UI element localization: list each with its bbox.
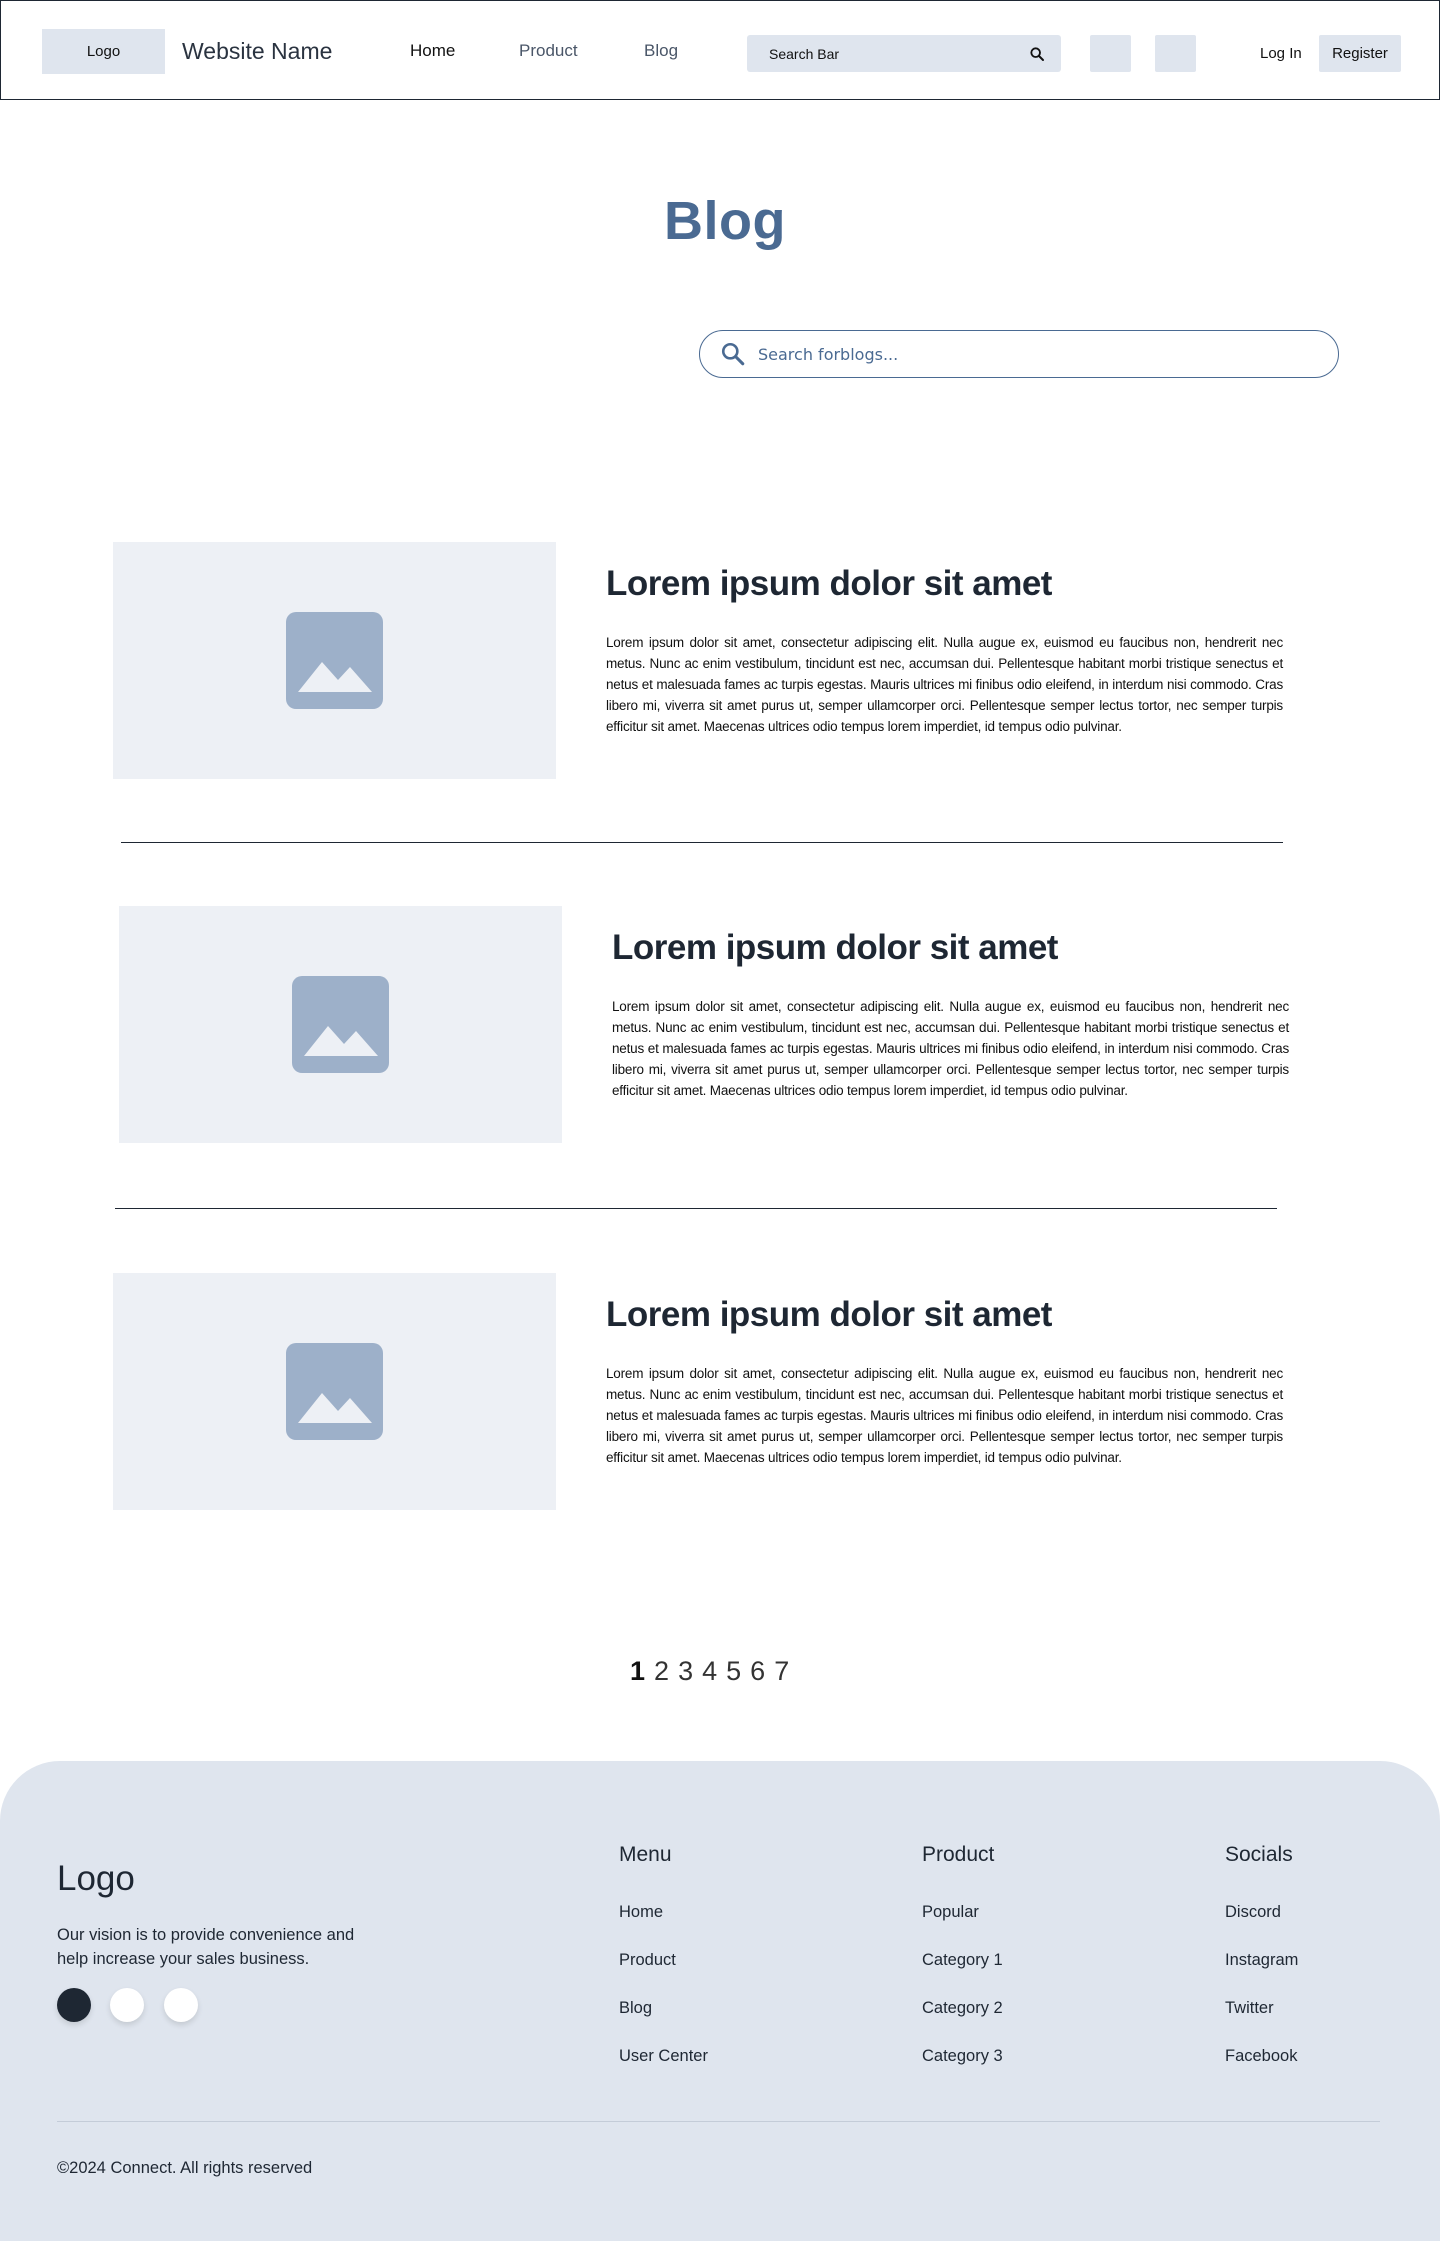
nav-blog[interactable]: Blog [644,41,678,61]
blog-article[interactable]: Lorem ipsum dolor sit amet Lorem ipsum d… [119,906,1429,1146]
blog-search-box[interactable] [699,330,1339,378]
page-5[interactable]: 5 [726,1656,741,1687]
article-divider [115,1208,1277,1209]
register-button[interactable]: Register [1319,35,1401,72]
footer-divider [57,2121,1380,2122]
page-4[interactable]: 4 [702,1656,717,1687]
page-2[interactable]: 2 [654,1656,669,1687]
article-title[interactable]: Lorem ipsum dolor sit amet [612,928,1058,968]
footer-link-home[interactable]: Home [619,1901,708,1923]
image-placeholder-icon [286,1343,383,1440]
footer-column-title: Product [922,1843,995,1866]
header-search-bar[interactable]: Search Bar [747,35,1061,72]
image-placeholder-icon [286,612,383,709]
nav-home[interactable]: Home [410,41,455,61]
article-excerpt: Lorem ipsum dolor sit amet, consectetur … [606,635,1283,734]
header-icon-button-1[interactable] [1090,35,1131,72]
site-footer: Logo Our vision is to provide convenienc… [0,1761,1440,2241]
footer-link-instagram[interactable]: Instagram [1225,1949,1298,1971]
footer-link-blog[interactable]: Blog [619,1997,708,2019]
header-search-label: Search Bar [769,45,840,62]
blog-article[interactable]: Lorem ipsum dolor sit amet Lorem ipsum d… [113,1273,1423,1513]
footer-link-twitter[interactable]: Twitter [1225,1997,1298,2019]
article-thumbnail[interactable] [113,542,556,779]
article-title[interactable]: Lorem ipsum dolor sit amet [606,1295,1052,1335]
social-icon-3[interactable] [164,1988,198,2022]
footer-link-category-2[interactable]: Category 2 [922,1997,1003,2019]
copyright: ©2024 Connect. All rights reserved [57,2159,313,2177]
article-excerpt: Lorem ipsum dolor sit amet, consectetur … [606,1366,1283,1465]
footer-link-product[interactable]: Product [619,1949,708,1971]
footer-link-popular[interactable]: Popular [922,1901,1003,1923]
blog-article[interactable]: Lorem ipsum dolor sit amet Lorem ipsum d… [113,542,1423,782]
footer-logo[interactable]: Logo [57,1859,135,1899]
footer-link-user-center[interactable]: User Center [619,2045,708,2067]
article-divider [121,842,1283,843]
social-icon-1[interactable] [57,1988,91,2022]
search-icon [721,342,745,366]
social-icon-2[interactable] [110,1988,144,2022]
page-1[interactable]: 1 [630,1656,645,1687]
header-logo[interactable]: Logo [42,29,165,74]
article-title[interactable]: Lorem ipsum dolor sit amet [606,564,1052,604]
login-link[interactable]: Log In [1260,45,1302,62]
page-3[interactable]: 3 [678,1656,693,1687]
footer-link-category-1[interactable]: Category 1 [922,1949,1003,1971]
footer-link-category-3[interactable]: Category 3 [922,2045,1003,2067]
blog-search-input[interactable] [758,344,1318,364]
site-name[interactable]: Website Name [182,38,332,65]
search-icon[interactable] [1029,46,1045,62]
page-6[interactable]: 6 [750,1656,765,1687]
image-placeholder-icon [292,976,389,1073]
footer-socials-column: Socials Discord Instagram Twitter Facebo… [1225,1843,1298,2093]
site-header: Logo Website Name Home Product Blog Sear… [0,0,1440,100]
footer-product-column: Product Popular Category 1 Category 2 Ca… [922,1843,1003,2093]
header-icon-button-2[interactable] [1155,35,1196,72]
pagination: 1 2 3 4 5 6 7 [630,1656,789,1687]
footer-link-facebook[interactable]: Facebook [1225,2045,1298,2067]
footer-menu-column: Menu Home Product Blog User Center [619,1843,708,2093]
page-title: Blog [664,191,786,251]
nav-product[interactable]: Product [519,41,578,61]
article-thumbnail[interactable] [119,906,562,1143]
page-7[interactable]: 7 [774,1656,789,1687]
article-thumbnail[interactable] [113,1273,556,1510]
footer-column-title: Menu [619,1843,672,1866]
footer-link-discord[interactable]: Discord [1225,1901,1298,1923]
footer-column-title: Socials [1225,1843,1293,1866]
footer-vision: Our vision is to provide convenience and… [57,1926,355,1968]
article-excerpt: Lorem ipsum dolor sit amet, consectetur … [612,999,1289,1098]
